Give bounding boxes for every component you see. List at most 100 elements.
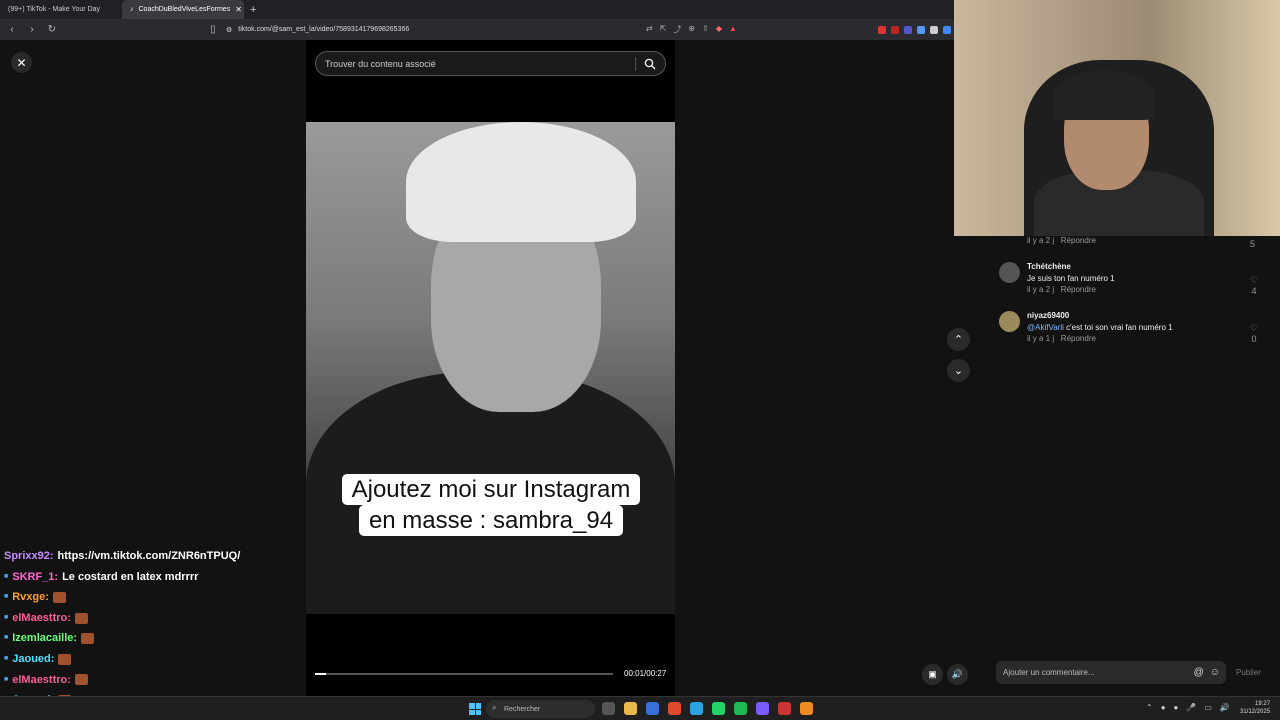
system-tray: ⌃ ● ● 🎤 ▭ 🔊 — [1146, 703, 1230, 712]
task-view-icon[interactable] — [602, 702, 615, 715]
extension-icon[interactable] — [917, 25, 925, 34]
volume-button[interactable]: 🔊 — [947, 664, 968, 685]
chat-username[interactable]: elMaesttro: — [12, 670, 71, 691]
app-icon[interactable] — [778, 702, 791, 715]
clock[interactable]: 19:27 31/12/2025 — [1240, 700, 1270, 716]
search-icon: ⌕ — [492, 703, 497, 712]
tray-app-icon[interactable]: ● — [1161, 703, 1166, 712]
chat-badge-icon: ■ — [4, 634, 9, 642]
translate-icon[interactable]: ⇄ — [646, 24, 653, 35]
back-icon[interactable]: ‹ — [6, 24, 18, 35]
discord-icon[interactable] — [756, 702, 769, 715]
app-icon[interactable] — [800, 702, 813, 715]
zoom-icon[interactable]: ⊕ — [688, 24, 695, 35]
chat-emote-icon — [74, 674, 88, 686]
emoji-icon[interactable]: ☺ — [1210, 667, 1220, 678]
store-icon[interactable] — [646, 702, 659, 715]
chat-message: ■ elMaesttro: — [4, 608, 240, 629]
publish-button[interactable]: Publier — [1236, 668, 1261, 677]
chat-username[interactable]: Jaoued: — [12, 649, 54, 670]
chat-text: Le costard en latex mdrrrr — [62, 570, 199, 583]
forward-icon[interactable]: › — [26, 24, 38, 35]
video-frame[interactable] — [306, 122, 675, 614]
search-placeholder: Trouver du contenu associé — [325, 58, 436, 69]
close-tab-icon[interactable]: ✕ — [235, 5, 242, 14]
new-tab-button[interactable]: + — [250, 4, 256, 16]
url-field[interactable]: ⚙ tiktok.com/@sam_est_la/video/758931417… — [226, 26, 409, 34]
site-info-icon[interactable]: ⚙ — [226, 26, 232, 34]
tab-label: CoachDuBledViveLesFormes — [138, 6, 231, 13]
volume-icon[interactable]: 🔊 — [1220, 703, 1230, 712]
next-video-button[interactable]: ⌄ — [947, 359, 970, 382]
install-icon[interactable]: ⇪ — [702, 24, 709, 35]
extension-icon[interactable] — [930, 25, 938, 34]
brave-shield-icon[interactable]: ◆ — [716, 24, 722, 35]
avatar[interactable] — [999, 262, 1020, 283]
chat-username[interactable]: SKRF_1: — [12, 567, 58, 588]
whatsapp-icon[interactable] — [712, 702, 725, 715]
extension-icon[interactable] — [943, 25, 951, 34]
chevron-up-icon[interactable]: ⌃ — [1146, 703, 1153, 712]
microphone-icon[interactable]: 🎤 — [1186, 703, 1196, 712]
like-count: 5 — [1250, 239, 1256, 249]
video-progress-bar[interactable] — [315, 673, 613, 675]
chat-badge-icon: ■ — [4, 593, 9, 601]
close-icon[interactable]: ✕ — [11, 52, 32, 73]
address-bar: ‹ › ↻ ▯ ⚙ tiktok.com/@sam_est_la/video/7… — [0, 19, 955, 40]
brave-icon[interactable] — [668, 702, 681, 715]
reply-button[interactable]: Répondre — [1061, 236, 1096, 245]
rewards-icon[interactable]: ▲ — [729, 24, 737, 35]
browser-tab-bar: (99+) TikTok - Make Your Day ♪ CoachDuBl… — [0, 0, 955, 19]
comment-meta: il y a 2 j — [1027, 285, 1055, 294]
chat-username[interactable]: elMaesttro: — [12, 608, 71, 629]
extension-icon[interactable] — [878, 25, 886, 34]
tab-video[interactable]: ♪ CoachDuBledViveLesFormes ✕ — [122, 0, 244, 19]
bookmark-icon[interactable]: ▯ — [207, 24, 219, 35]
pip-button[interactable]: ▣ — [922, 664, 943, 685]
comment-mention[interactable]: @AkifVarli — [1027, 323, 1064, 332]
extension-icon[interactable] — [904, 25, 912, 34]
chat-emote-icon — [74, 612, 88, 624]
chat-message: Sprixx92: https://vm.tiktok.com/ZNR6nTPUQ… — [4, 546, 240, 567]
chat-badge-icon: ■ — [4, 572, 9, 580]
chat-username[interactable]: Sprixx92: — [4, 546, 54, 567]
comment-meta: il y a 1 j — [1027, 334, 1055, 343]
chat-text: https://vm.tiktok.com/ZNR6nTPUQ/ — [57, 550, 241, 562]
taskbar-search[interactable]: ⌕ Rechercher — [486, 700, 595, 718]
telegram-icon[interactable] — [690, 702, 703, 715]
stream-chat: Sprixx92: https://vm.tiktok.com/ZNR6nTPUQ… — [4, 546, 240, 711]
tab-tiktok[interactable]: (99+) TikTok - Make Your Day — [0, 0, 122, 19]
extension-icon[interactable] — [891, 25, 899, 34]
chat-emote-icon — [52, 591, 66, 603]
progress-fill — [315, 673, 327, 675]
reply-button[interactable]: Répondre — [1061, 285, 1096, 294]
reply-button[interactable]: Répondre — [1061, 334, 1096, 343]
chat-username[interactable]: Rvxge: — [12, 587, 49, 608]
like-button[interactable]: ♡ 4 — [1250, 275, 1258, 296]
comment-user[interactable]: niyaz69400 — [1027, 311, 1069, 320]
network-icon[interactable]: ▭ — [1204, 703, 1212, 712]
spotify-icon[interactable] — [734, 702, 747, 715]
caption-line-2: en masse : sambra_94 — [358, 505, 624, 536]
caption-line-1: Ajoutez moi sur Instagram — [341, 474, 641, 505]
file-explorer-icon[interactable] — [624, 702, 637, 715]
open-icon[interactable]: ⇱ — [660, 24, 667, 35]
reload-icon[interactable]: ↻ — [46, 24, 58, 35]
mention-icon[interactable]: @ — [1194, 667, 1204, 678]
chat-username[interactable]: Izemlacaille: — [12, 628, 77, 649]
search-icon[interactable] — [644, 58, 656, 70]
comment-input[interactable]: Ajouter un commentaire... @ ☺ — [996, 661, 1226, 684]
comment-user[interactable]: Tchétchène — [1027, 262, 1071, 271]
avatar[interactable] — [999, 311, 1020, 332]
related-search-input[interactable]: Trouver du contenu associé — [315, 51, 666, 76]
address-actions: ⇄ ⇱ ⤴ ⊕ ⇪ ◆ ▲ — [646, 24, 737, 35]
tray-app-icon[interactable]: ● — [1174, 703, 1179, 712]
tab-label: (99+) TikTok - Make Your Day — [8, 6, 101, 13]
windows-start-icon[interactable] — [469, 703, 481, 715]
webcam-person-cap — [1054, 70, 1154, 120]
like-button[interactable]: ♡ 0 — [1250, 323, 1258, 344]
previous-video-button[interactable]: ⌃ — [947, 328, 970, 351]
chat-badge-icon: ■ — [4, 654, 9, 662]
taskbar-search-text: Rechercher — [504, 705, 541, 713]
share-icon[interactable]: ⤴ — [673, 24, 681, 35]
